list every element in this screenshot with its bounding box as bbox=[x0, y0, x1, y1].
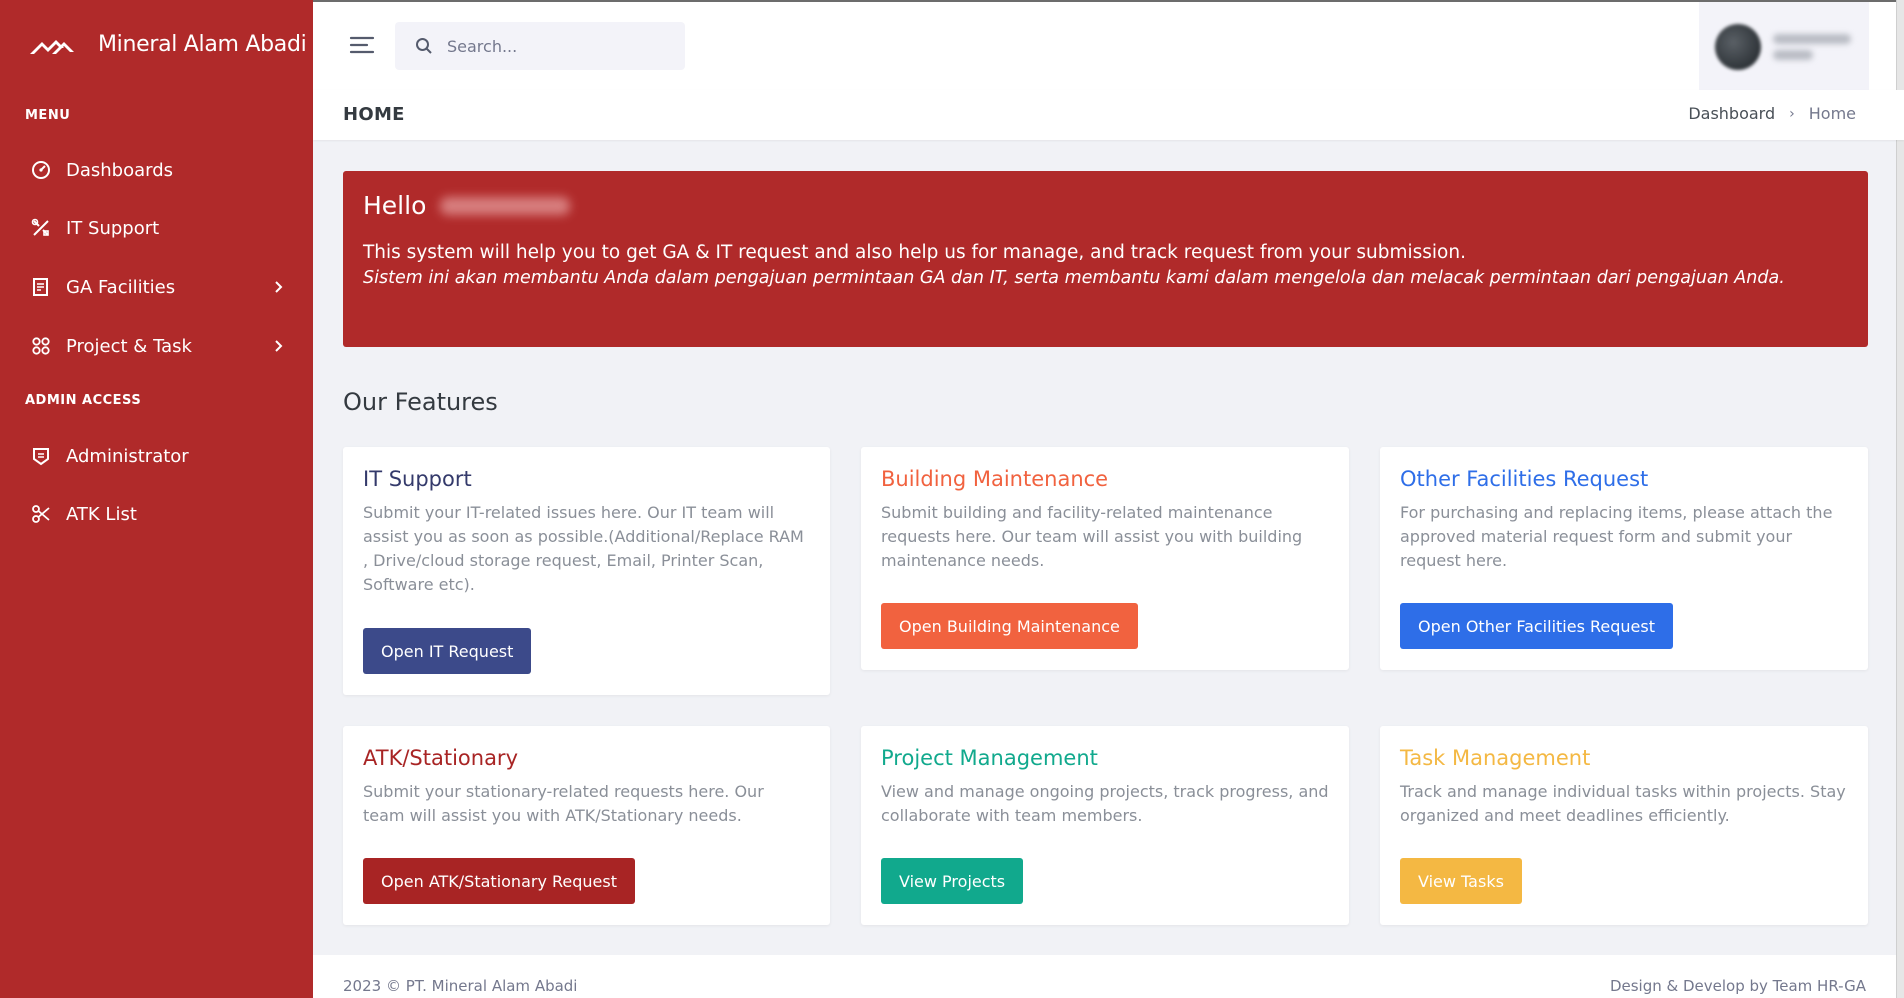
card-description: Submit your stationary-related requests … bbox=[363, 782, 764, 825]
feature-card-project-management: Project Management View and manage ongoi… bbox=[861, 726, 1349, 925]
welcome-text-en: This system will help you to get GA & IT… bbox=[363, 242, 1466, 263]
sidebar-item-label: Administrator bbox=[66, 445, 189, 467]
user-info-blurred bbox=[1773, 28, 1851, 66]
sidebar-item-project-task[interactable]: Project & Task bbox=[0, 321, 313, 371]
card-title: ATK/Stationary bbox=[363, 746, 518, 770]
feature-card-other-facilities: Other Facilities Request For purchasing … bbox=[1380, 447, 1868, 670]
open-building-maintenance-button[interactable]: Open Building Maintenance bbox=[881, 603, 1138, 649]
topbar bbox=[313, 0, 1904, 92]
sidebar: Mineral Alam Abadi MENU Dashboards IT Su… bbox=[0, 0, 313, 998]
open-other-facilities-button[interactable]: Open Other Facilities Request bbox=[1400, 603, 1673, 649]
sidebar-item-label: Dashboards bbox=[66, 159, 174, 181]
card-title: IT Support bbox=[363, 467, 472, 491]
welcome-heading: Hello bbox=[363, 191, 1848, 220]
sidebar-item-label: Project & Task bbox=[66, 335, 192, 357]
sidebar-item-it-support[interactable]: IT Support bbox=[0, 203, 313, 253]
mountain-logo-icon bbox=[30, 39, 74, 54]
grid-icon bbox=[30, 335, 52, 357]
feature-card-it-support: IT Support Submit your IT-related issues… bbox=[343, 447, 830, 695]
sidebar-item-label: IT Support bbox=[66, 217, 160, 239]
card-title: Building Maintenance bbox=[881, 467, 1109, 491]
sidebar-item-label: ATK List bbox=[66, 503, 137, 525]
view-tasks-button[interactable]: View Tasks bbox=[1400, 858, 1522, 904]
user-dropdown[interactable] bbox=[1699, 2, 1869, 92]
chevron-right-icon bbox=[275, 281, 283, 293]
feature-card-task-management: Task Management Track and manage individ… bbox=[1380, 726, 1868, 925]
hamburger-menu-icon[interactable] bbox=[349, 34, 375, 56]
breadcrumb-separator-icon: › bbox=[1789, 105, 1795, 122]
search-box bbox=[395, 22, 685, 70]
open-atk-stationary-button[interactable]: Open ATK/Stationary Request bbox=[363, 858, 635, 904]
footer: 2023 © PT. Mineral Alam Abadi Design & D… bbox=[313, 955, 1896, 998]
card-description: Submit your IT-related issues here. Our … bbox=[363, 503, 804, 594]
window-scrollbar[interactable] bbox=[1896, 0, 1904, 998]
brand-name: Mineral Alam Abadi bbox=[98, 32, 307, 57]
sidebar-item-administrator[interactable]: Administrator bbox=[0, 431, 313, 481]
menu-section-title: MENU bbox=[25, 108, 71, 123]
admin-section-title: ADMIN ACCESS bbox=[25, 393, 142, 408]
welcome-text-id: Sistem ini akan membantu Anda dalam peng… bbox=[363, 268, 1785, 288]
footer-credit: Design & Develop by Team HR-GA bbox=[1609, 977, 1866, 995]
card-title: Other Facilities Request bbox=[1400, 467, 1649, 491]
welcome-banner: Hello This system will help you to get G… bbox=[343, 171, 1868, 347]
document-icon bbox=[30, 276, 52, 298]
feature-card-atk-stationary: ATK/Stationary Submit your stationary-re… bbox=[343, 726, 830, 925]
open-it-request-button[interactable]: Open IT Request bbox=[363, 628, 532, 674]
footer-copyright: 2023 © PT. Mineral Alam Abadi bbox=[343, 977, 578, 995]
search-icon bbox=[416, 38, 432, 54]
sidebar-item-atk-list[interactable]: ATK List bbox=[0, 489, 313, 539]
breadcrumb: Dashboard › Home bbox=[1688, 104, 1856, 123]
page-title: HOME bbox=[343, 104, 405, 125]
view-projects-button[interactable]: View Projects bbox=[881, 858, 1024, 904]
page-title-bar: HOME Dashboard › Home bbox=[313, 90, 1904, 140]
brand-logo[interactable]: Mineral Alam Abadi bbox=[30, 32, 307, 57]
scissors-icon bbox=[30, 503, 52, 525]
search-input[interactable] bbox=[447, 36, 667, 56]
dashboard-icon bbox=[30, 159, 52, 181]
chevron-right-icon bbox=[275, 340, 283, 352]
greeting-text: Hello bbox=[363, 191, 427, 220]
card-description: Track and manage individual tasks within… bbox=[1400, 782, 1846, 825]
features-title: Our Features bbox=[343, 388, 498, 416]
admin-icon bbox=[30, 445, 52, 467]
feature-card-building-maintenance: Building Maintenance Submit building and… bbox=[861, 447, 1349, 670]
card-description: View and manage ongoing projects, track … bbox=[881, 782, 1329, 825]
breadcrumb-current: Home bbox=[1808, 104, 1856, 123]
sidebar-item-label: GA Facilities bbox=[66, 276, 176, 298]
card-title: Task Management bbox=[1400, 746, 1591, 770]
sidebar-item-dashboards[interactable]: Dashboards bbox=[0, 145, 313, 195]
card-title: Project Management bbox=[881, 746, 1098, 770]
user-name-blurred bbox=[440, 196, 571, 215]
breadcrumb-dashboard-link[interactable]: Dashboard bbox=[1688, 104, 1775, 123]
tools-icon bbox=[30, 217, 52, 239]
avatar bbox=[1715, 24, 1761, 70]
card-description: Submit building and facility-related mai… bbox=[881, 503, 1303, 570]
card-description: For purchasing and replacing items, plea… bbox=[1400, 503, 1833, 570]
sidebar-item-ga-facilities[interactable]: GA Facilities bbox=[0, 262, 313, 312]
